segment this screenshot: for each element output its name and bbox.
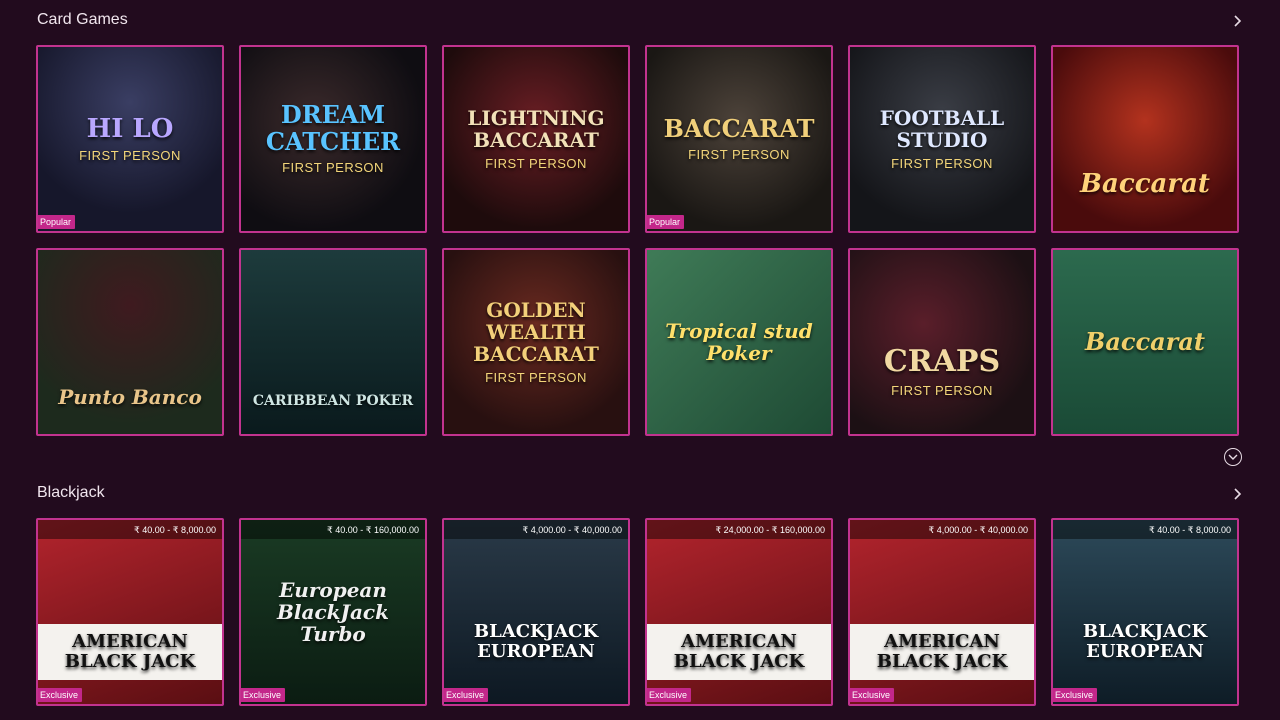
game-tile-craps[interactable]: CRAPS FIRST PERSON: [848, 248, 1036, 436]
card-games-more-button[interactable]: [1230, 13, 1246, 29]
exclusive-badge: Exclusive: [850, 688, 895, 702]
game-title: GOLDEN WEALTH BACCARAT FIRST PERSON: [473, 297, 599, 385]
popular-badge: Popular: [647, 215, 685, 229]
game-tile-golden-wealth-baccarat[interactable]: GOLDEN WEALTH BACCARAT FIRST PERSON: [442, 248, 630, 436]
game-tile-american-blackjack[interactable]: ₹ 40.00 - ₹ 8,000.00 AMERICAN BLACK JACK E…: [36, 518, 224, 706]
game-tile-caribbean-poker[interactable]: CARIBBEAN POKER: [239, 248, 427, 436]
bet-range: ₹ 40.00 - ₹ 8,000.00: [38, 520, 222, 539]
section-title-blackjack: Blackjack: [37, 484, 105, 501]
game-tile-tropical-stud-poker[interactable]: Tropical stud Poker: [645, 248, 833, 436]
game-tile-football-studio[interactable]: FOOTBALL STUDIO FIRST PERSON: [848, 45, 1036, 233]
card-games-grid: HI LO FIRST PERSON Popular DREAM CATCHER FI…: [36, 45, 1239, 436]
game-title: Baccarat: [1080, 168, 1210, 199]
game-title: AMERICAN BLACK JACK: [647, 624, 831, 680]
chevron-right-icon: [1234, 15, 1242, 27]
game-tile-american-blackjack-high-rollers[interactable]: ₹ 4,000.00 - ₹ 40,000.00 AMERICAN BLACK J…: [848, 518, 1036, 706]
game-title: Tropical stud Poker: [665, 319, 813, 365]
game-title: AMERICAN BLACK JACK: [850, 624, 1034, 680]
exclusive-badge: Exclusive: [1053, 688, 1098, 702]
game-tile-american-blackjack-vip[interactable]: ₹ 24,000.00 - ₹ 160,000.00 AMERICAN BLACK…: [645, 518, 833, 706]
game-title: BLACKJACK EUROPEAN: [473, 621, 599, 662]
exclusive-badge: Exclusive: [444, 688, 489, 702]
bet-range: ₹ 4,000.00 - ₹ 40,000.00: [850, 520, 1034, 539]
exclusive-badge: Exclusive: [241, 688, 286, 702]
expand-card-games-button[interactable]: [1224, 448, 1242, 466]
game-tile-baccarat-table[interactable]: Baccarat: [1051, 248, 1239, 436]
game-title: BLACKJACK EUROPEAN: [1082, 621, 1208, 662]
game-title: CARIBBEAN POKER: [252, 393, 414, 410]
blackjack-grid: ₹ 40.00 - ₹ 8,000.00 AMERICAN BLACK JACK E…: [36, 518, 1239, 706]
bet-range: ₹ 24,000.00 - ₹ 160,000.00: [647, 520, 831, 539]
blackjack-more-button[interactable]: [1230, 486, 1246, 502]
game-title: DREAM CATCHER FIRST PERSON: [265, 100, 401, 176]
game-title: Punto Banco: [58, 385, 202, 409]
chevron-right-icon: [1234, 488, 1242, 500]
game-title: BACCARAT FIRST PERSON: [663, 113, 815, 163]
bet-range: ₹ 40.00 - ₹ 8,000.00: [1053, 520, 1237, 539]
game-tile-blackjack-european-high-rollers[interactable]: ₹ 4,000.00 - ₹ 40,000.00 BLACKJACK EUROPE…: [442, 518, 630, 706]
bet-range: ₹ 40.00 - ₹ 160,000.00: [241, 520, 425, 539]
game-title: AMERICAN BLACK JACK: [38, 624, 222, 680]
game-tile-european-blackjack-turbo[interactable]: ₹ 40.00 - ₹ 160,000.00 European BlackJack…: [239, 518, 427, 706]
game-tile-blackjack-european[interactable]: ₹ 40.00 - ₹ 8,000.00 BLACKJACK EUROPEAN Ex…: [1051, 518, 1239, 706]
game-tile-dream-catcher[interactable]: DREAM CATCHER FIRST PERSON: [239, 45, 427, 233]
section-title-card-games: Card Games: [37, 11, 128, 28]
popular-badge: Popular: [38, 215, 76, 229]
game-tile-hi-lo[interactable]: HI LO FIRST PERSON Popular: [36, 45, 224, 233]
game-tile-punto-banco[interactable]: Punto Banco: [36, 248, 224, 436]
exclusive-badge: Exclusive: [647, 688, 692, 702]
game-title: LIGHTNING BACCARAT FIRST PERSON: [467, 105, 605, 171]
chevron-down-icon: [1228, 454, 1238, 460]
game-tile-baccarat-first-person[interactable]: BACCARAT FIRST PERSON Popular: [645, 45, 833, 233]
game-tile-lightning-baccarat[interactable]: LIGHTNING BACCARAT FIRST PERSON: [442, 45, 630, 233]
exclusive-badge: Exclusive: [38, 688, 83, 702]
game-title: HI LO FIRST PERSON: [79, 113, 181, 164]
game-title: FOOTBALL STUDIO FIRST PERSON: [879, 105, 1005, 171]
bet-range: ₹ 4,000.00 - ₹ 40,000.00: [444, 520, 628, 539]
game-title: CRAPS FIRST PERSON: [883, 344, 1001, 399]
game-title: Baccarat: [1085, 326, 1205, 356]
game-tile-baccarat-live[interactable]: Baccarat: [1051, 45, 1239, 233]
game-title: European BlackJack Turbo: [277, 578, 389, 646]
